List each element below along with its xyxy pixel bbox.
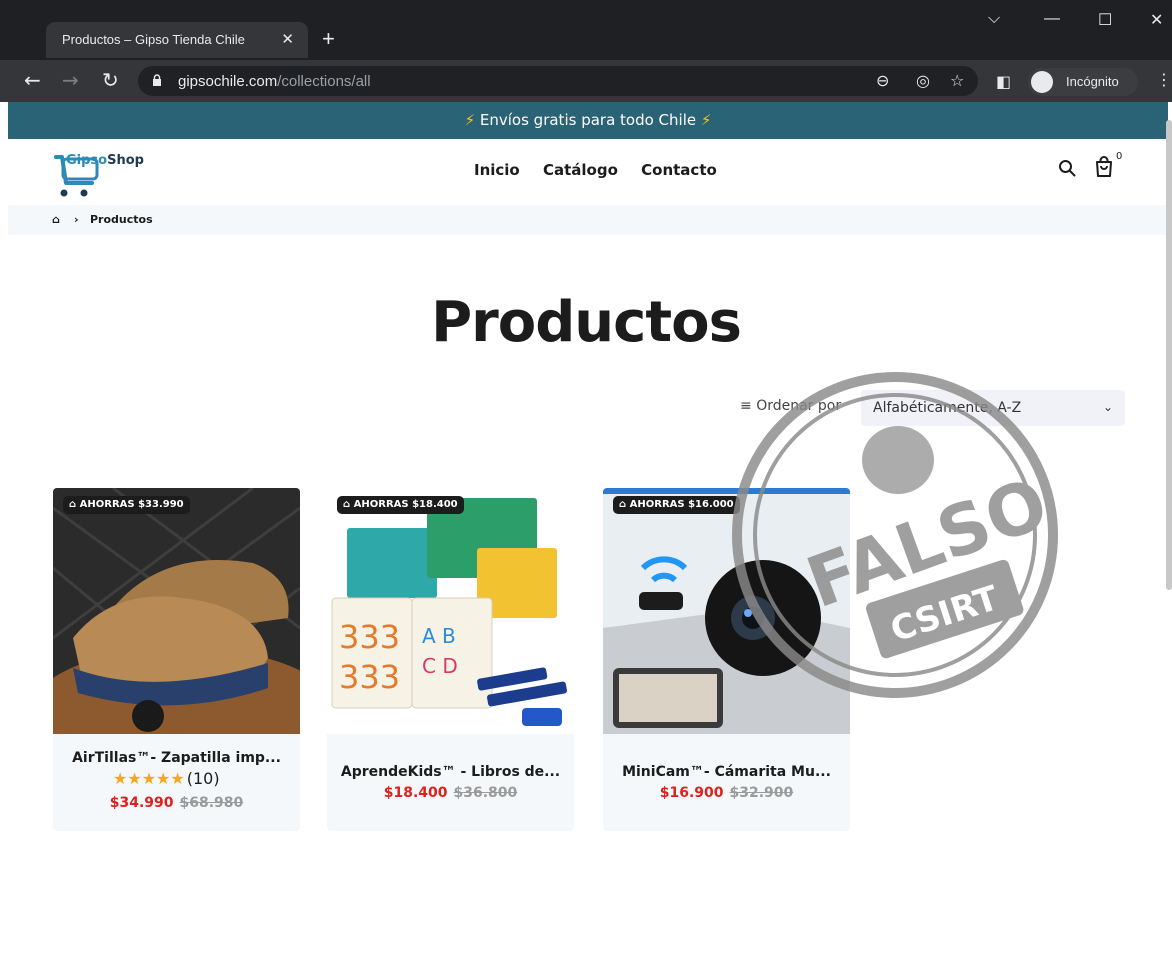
tag-icon: ⌂ — [343, 499, 351, 510]
browser-menu-icon[interactable]: ⋮ — [1156, 70, 1172, 89]
site-header: GipsoShop Inicio Catálogo Contacto 0 — [8, 139, 1168, 205]
discount-badge: ⌂ AHORRAS $16.000 — [613, 496, 740, 514]
sidebar-icon[interactable]: ◧ — [996, 72, 1011, 91]
zoom-icon[interactable]: ⊖ — [876, 71, 889, 90]
product-rating: ★★★★★ (10) — [113, 769, 220, 788]
product-card[interactable]: ⌂ AHORRAS $16.000 MiniCam™- Cámarita Mu.… — [603, 488, 850, 831]
sort-value: Alfabéticamente, A-Z — [873, 400, 1022, 416]
tag-icon: ⌂ — [69, 499, 77, 510]
tab-search-icon[interactable]: ⌵ — [988, 10, 1000, 28]
forward-icon[interactable]: → — [62, 68, 79, 92]
incognito-badge[interactable]: Incógnito — [1028, 68, 1138, 96]
product-name[interactable]: AprendeKids™ - Libros de... — [327, 764, 574, 780]
logo-gipso: Gipso — [66, 153, 108, 168]
page-title: Productos — [431, 290, 742, 355]
breadcrumb-separator: › — [74, 213, 79, 226]
tab-title: Productos – Gipso Tienda Chile — [62, 32, 245, 47]
back-icon[interactable]: ← — [24, 68, 41, 92]
svg-text:333: 333 — [339, 658, 400, 696]
rating-stars: ★★★★★ — [113, 769, 185, 788]
product-name[interactable]: AirTillas™- Zapatilla imp... — [53, 750, 300, 766]
sort-label: ≡ Ordenar por — [740, 398, 841, 414]
sale-price: $16.900 — [659, 785, 724, 801]
nav-catalogo[interactable]: Catálogo — [543, 161, 618, 179]
bolt-icon: ⚡ — [464, 111, 476, 129]
product-image[interactable] — [603, 488, 850, 734]
cart-count: 0 — [1116, 151, 1123, 162]
search-icon[interactable] — [1058, 159, 1076, 177]
compare-price: $36.800 — [453, 785, 518, 801]
browser-toolbar: ← → ↻ gipsochile.com/collections/all ⊖ ◎… — [0, 60, 1172, 102]
home-icon[interactable]: ⌂ — [52, 213, 60, 226]
browser-tab-bar: Productos – Gipso Tienda Chile ✕ + ⌵ — ☐… — [0, 0, 1172, 60]
tag-icon: ⌂ — [619, 499, 627, 510]
sale-price: $18.400 — [383, 785, 448, 801]
product-card[interactable]: ⌂ AHORRAS $33.990 AirTillas™- Zapatilla … — [53, 488, 300, 831]
new-tab-button[interactable]: + — [322, 26, 335, 52]
discount-badge: ⌂ AHORRAS $18.400 — [337, 496, 464, 514]
badge-text: AHORRAS $16.000 — [629, 499, 734, 510]
badge-text: AHORRAS $18.400 — [353, 499, 458, 510]
url-path: /collections/all — [277, 73, 371, 90]
page-scrollbar[interactable] — [1166, 120, 1172, 590]
svg-text:A B: A B — [422, 624, 456, 648]
sort-icon: ≡ — [740, 398, 752, 414]
product-price: $34.990 $68.980 — [53, 795, 300, 811]
compare-price: $32.900 — [729, 785, 794, 801]
browser-tab[interactable]: Productos – Gipso Tienda Chile ✕ — [46, 22, 308, 58]
nav-inicio[interactable]: Inicio — [474, 161, 520, 179]
chevron-down-icon: ⌄ — [1102, 400, 1113, 414]
breadcrumb: ⌂ › Productos — [8, 205, 1168, 235]
svg-text:C D: C D — [422, 654, 458, 678]
close-window-icon[interactable]: ✕ — [1150, 10, 1163, 30]
product-name[interactable]: MiniCam™- Cámarita Mu... — [603, 764, 850, 780]
address-bar[interactable]: gipsochile.com/collections/all ⊖ ◎ ☆ — [138, 66, 978, 96]
announcement-bar: ⚡ Envíos gratis para todo Chile ⚡ — [8, 102, 1168, 139]
incognito-label: Incógnito — [1066, 74, 1119, 89]
nav-contacto[interactable]: Contacto — [641, 161, 717, 179]
url-host: gipsochile.com — [178, 73, 278, 90]
announcement-text: Envíos gratis para todo Chile — [479, 111, 697, 129]
incognito-icon — [1031, 71, 1053, 93]
logo-shop: Shop — [107, 153, 144, 168]
product-image[interactable] — [53, 488, 300, 734]
sort-label-text: Ordenar por — [756, 398, 842, 414]
lock-icon — [153, 74, 161, 86]
reload-icon[interactable]: ↻ — [102, 68, 119, 92]
badge-text: AHORRAS $33.990 — [79, 499, 184, 510]
sort-select[interactable]: Alfabéticamente, A-Z ⌄ — [861, 390, 1125, 426]
product-price: $16.900 $32.900 — [603, 785, 850, 801]
svg-text:333: 333 — [339, 618, 400, 656]
review-count: (10) — [186, 769, 220, 788]
eye-off-icon[interactable]: ◎ — [916, 71, 930, 90]
bolt-icon: ⚡ — [700, 111, 712, 129]
sale-price: $34.990 — [109, 795, 174, 811]
stamp-sub-text: CSIRT — [886, 578, 1004, 650]
product-price: $18.400 $36.800 — [327, 785, 574, 801]
cart-icon[interactable] — [1094, 156, 1114, 178]
product-image[interactable]: 333 333 A B C D — [327, 488, 574, 734]
maximize-icon[interactable]: ☐ — [1098, 10, 1112, 30]
product-card[interactable]: 333 333 A B C D ⌂ AHORRAS $18.400 Aprend… — [327, 488, 574, 831]
close-tab-icon[interactable]: ✕ — [281, 30, 294, 48]
logo-text: GipsoShop — [66, 153, 144, 168]
compare-price: $68.980 — [179, 795, 244, 811]
minimize-icon[interactable]: — — [1044, 10, 1060, 28]
discount-badge: ⌂ AHORRAS $33.990 — [63, 496, 190, 514]
url-text: gipsochile.com/collections/all — [178, 73, 371, 90]
breadcrumb-current: Productos — [90, 213, 153, 226]
main-nav: Inicio Catálogo Contacto — [474, 161, 735, 179]
star-icon[interactable]: ☆ — [950, 71, 964, 90]
